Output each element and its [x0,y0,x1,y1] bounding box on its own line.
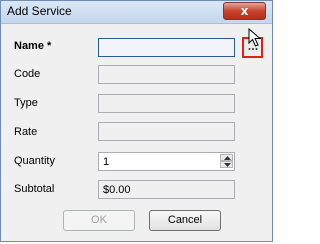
rate-label: Rate [14,126,38,138]
type-label: Type [14,97,38,109]
name-label: Name * [14,40,52,52]
add-service-dialog: Add Service x Name * Code Type Rate Quan… [0,0,273,242]
type-field [98,94,235,113]
spin-down-button[interactable] [220,161,233,168]
title-bar[interactable]: Add Service x [1,1,272,24]
rate-field [98,122,235,141]
subtotal-label: Subtotal [14,183,55,195]
ok-button[interactable]: OK [63,210,135,231]
quantity-value: 1 [103,156,110,168]
code-label: Code [14,68,41,80]
arrow-up-icon [224,156,231,160]
quantity-stepper[interactable]: 1 [98,152,235,171]
quantity-spinner [220,154,233,169]
quantity-label: Quantity [14,155,55,167]
subtotal-field: $0.00 [98,180,235,199]
code-field [98,65,235,84]
cancel-button[interactable]: Cancel [149,210,221,231]
spin-up-button[interactable] [220,154,233,161]
dialog-body: Name * Code Type Rate Quantity 1 Subtota… [5,24,268,236]
close-icon: x [240,4,249,18]
mouse-cursor-icon [248,28,262,47]
window-title: Add Service [7,4,72,18]
name-field[interactable] [98,38,235,57]
arrow-down-icon [224,163,231,167]
close-button[interactable]: x [223,2,266,20]
subtotal-value: $0.00 [103,184,131,196]
